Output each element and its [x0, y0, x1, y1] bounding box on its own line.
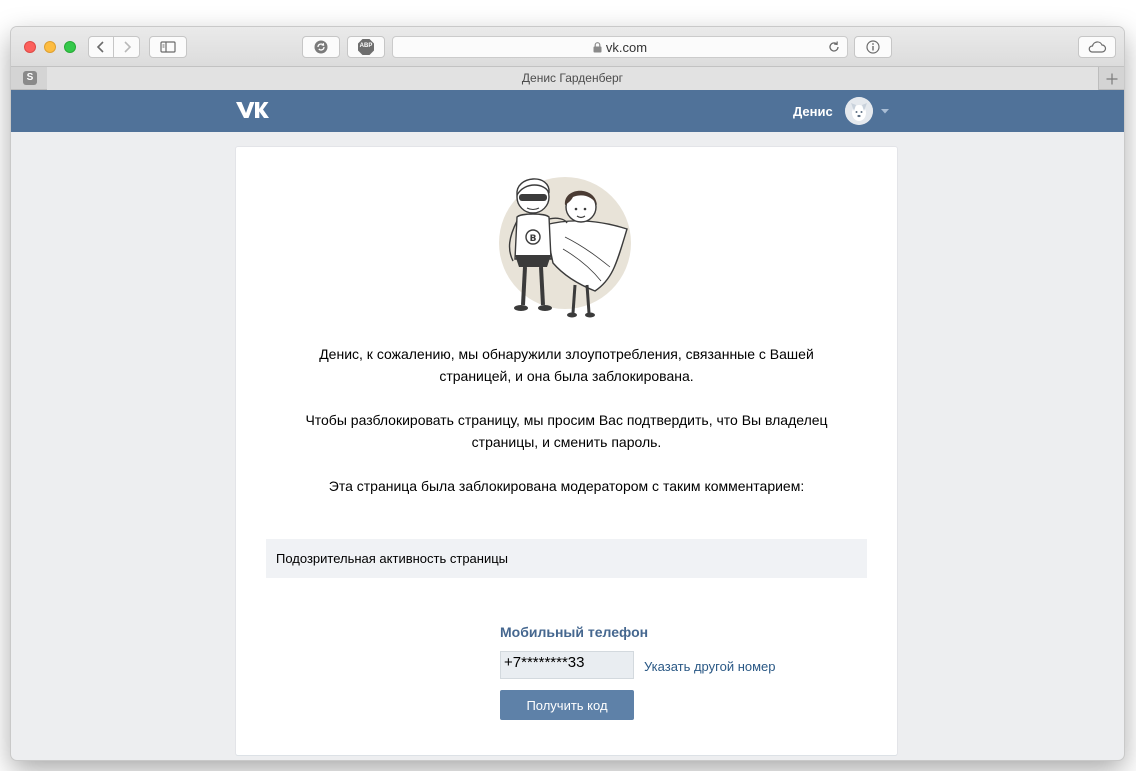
user-menu[interactable]: Денис: [793, 97, 889, 125]
chevron-left-icon: [96, 41, 104, 53]
forward-button[interactable]: [114, 36, 140, 58]
info-icon: [866, 40, 880, 54]
navigation-buttons: [88, 36, 141, 58]
adblock-label: ABP: [359, 43, 373, 49]
dog-avatar-icon: [844, 97, 873, 125]
phone-label: Мобильный телефон: [500, 624, 649, 640]
sync-icon: [314, 40, 328, 54]
block-message: Денис, к сожалению, мы обнаружили злоупо…: [319, 346, 814, 384]
chevron-down-icon: [880, 108, 889, 113]
browser-window: ABP vk.com S Денис Гарденберг Денис B Де…: [11, 27, 1124, 760]
info-button[interactable]: [854, 36, 892, 58]
cloud-icon: [1088, 41, 1107, 53]
get-code-button[interactable]: Получить код: [500, 690, 634, 720]
vk-logo[interactable]: [235, 100, 269, 125]
address-bar[interactable]: vk.com: [392, 36, 848, 58]
new-tab-button[interactable]: [1098, 67, 1124, 90]
sidebar-button[interactable]: [149, 36, 187, 58]
active-tab[interactable]: Денис Гарденберг: [47, 67, 1098, 90]
pinned-tab[interactable]: S: [23, 71, 37, 85]
zoom-window-button[interactable]: [64, 41, 76, 53]
reload-icon[interactable]: [827, 40, 841, 54]
lock-icon: [593, 41, 602, 52]
sidebar-icon: [160, 41, 176, 53]
site-header: Денис: [11, 90, 1124, 132]
minimize-window-button[interactable]: [44, 41, 56, 53]
back-button[interactable]: [88, 36, 114, 58]
change-number-link[interactable]: Указать другой номер: [644, 659, 776, 674]
extension-button[interactable]: [302, 36, 340, 58]
url-text: vk.com: [605, 39, 648, 55]
icloud-tabs-button[interactable]: [1078, 36, 1116, 58]
unblock-instructions: Чтобы разблокировать страницу, мы просим…: [305, 412, 828, 450]
moderator-comment: Подозрительная активность страницы: [266, 539, 867, 578]
phone-field[interactable]: +7********33: [500, 651, 634, 679]
browser-toolbar: ABP vk.com: [11, 27, 1124, 67]
superhero-illustration: B: [499, 177, 631, 318]
close-window-button[interactable]: [24, 41, 36, 53]
chevron-right-icon: [123, 41, 131, 53]
block-notice-card: B Денис, к сожалению, мы обнаружили злоу…: [236, 147, 897, 755]
avatar: [844, 97, 873, 125]
moderator-comment-intro: Эта страница была заблокирована модерато…: [328, 478, 805, 494]
username: Денис: [793, 103, 833, 119]
tab-bar: S Денис Гарденберг: [11, 67, 1124, 90]
svg-text:B: B: [530, 234, 537, 244]
adblock-button[interactable]: ABP: [347, 36, 385, 58]
vk-logo-icon: [236, 102, 269, 118]
plus-icon: [1106, 73, 1117, 84]
